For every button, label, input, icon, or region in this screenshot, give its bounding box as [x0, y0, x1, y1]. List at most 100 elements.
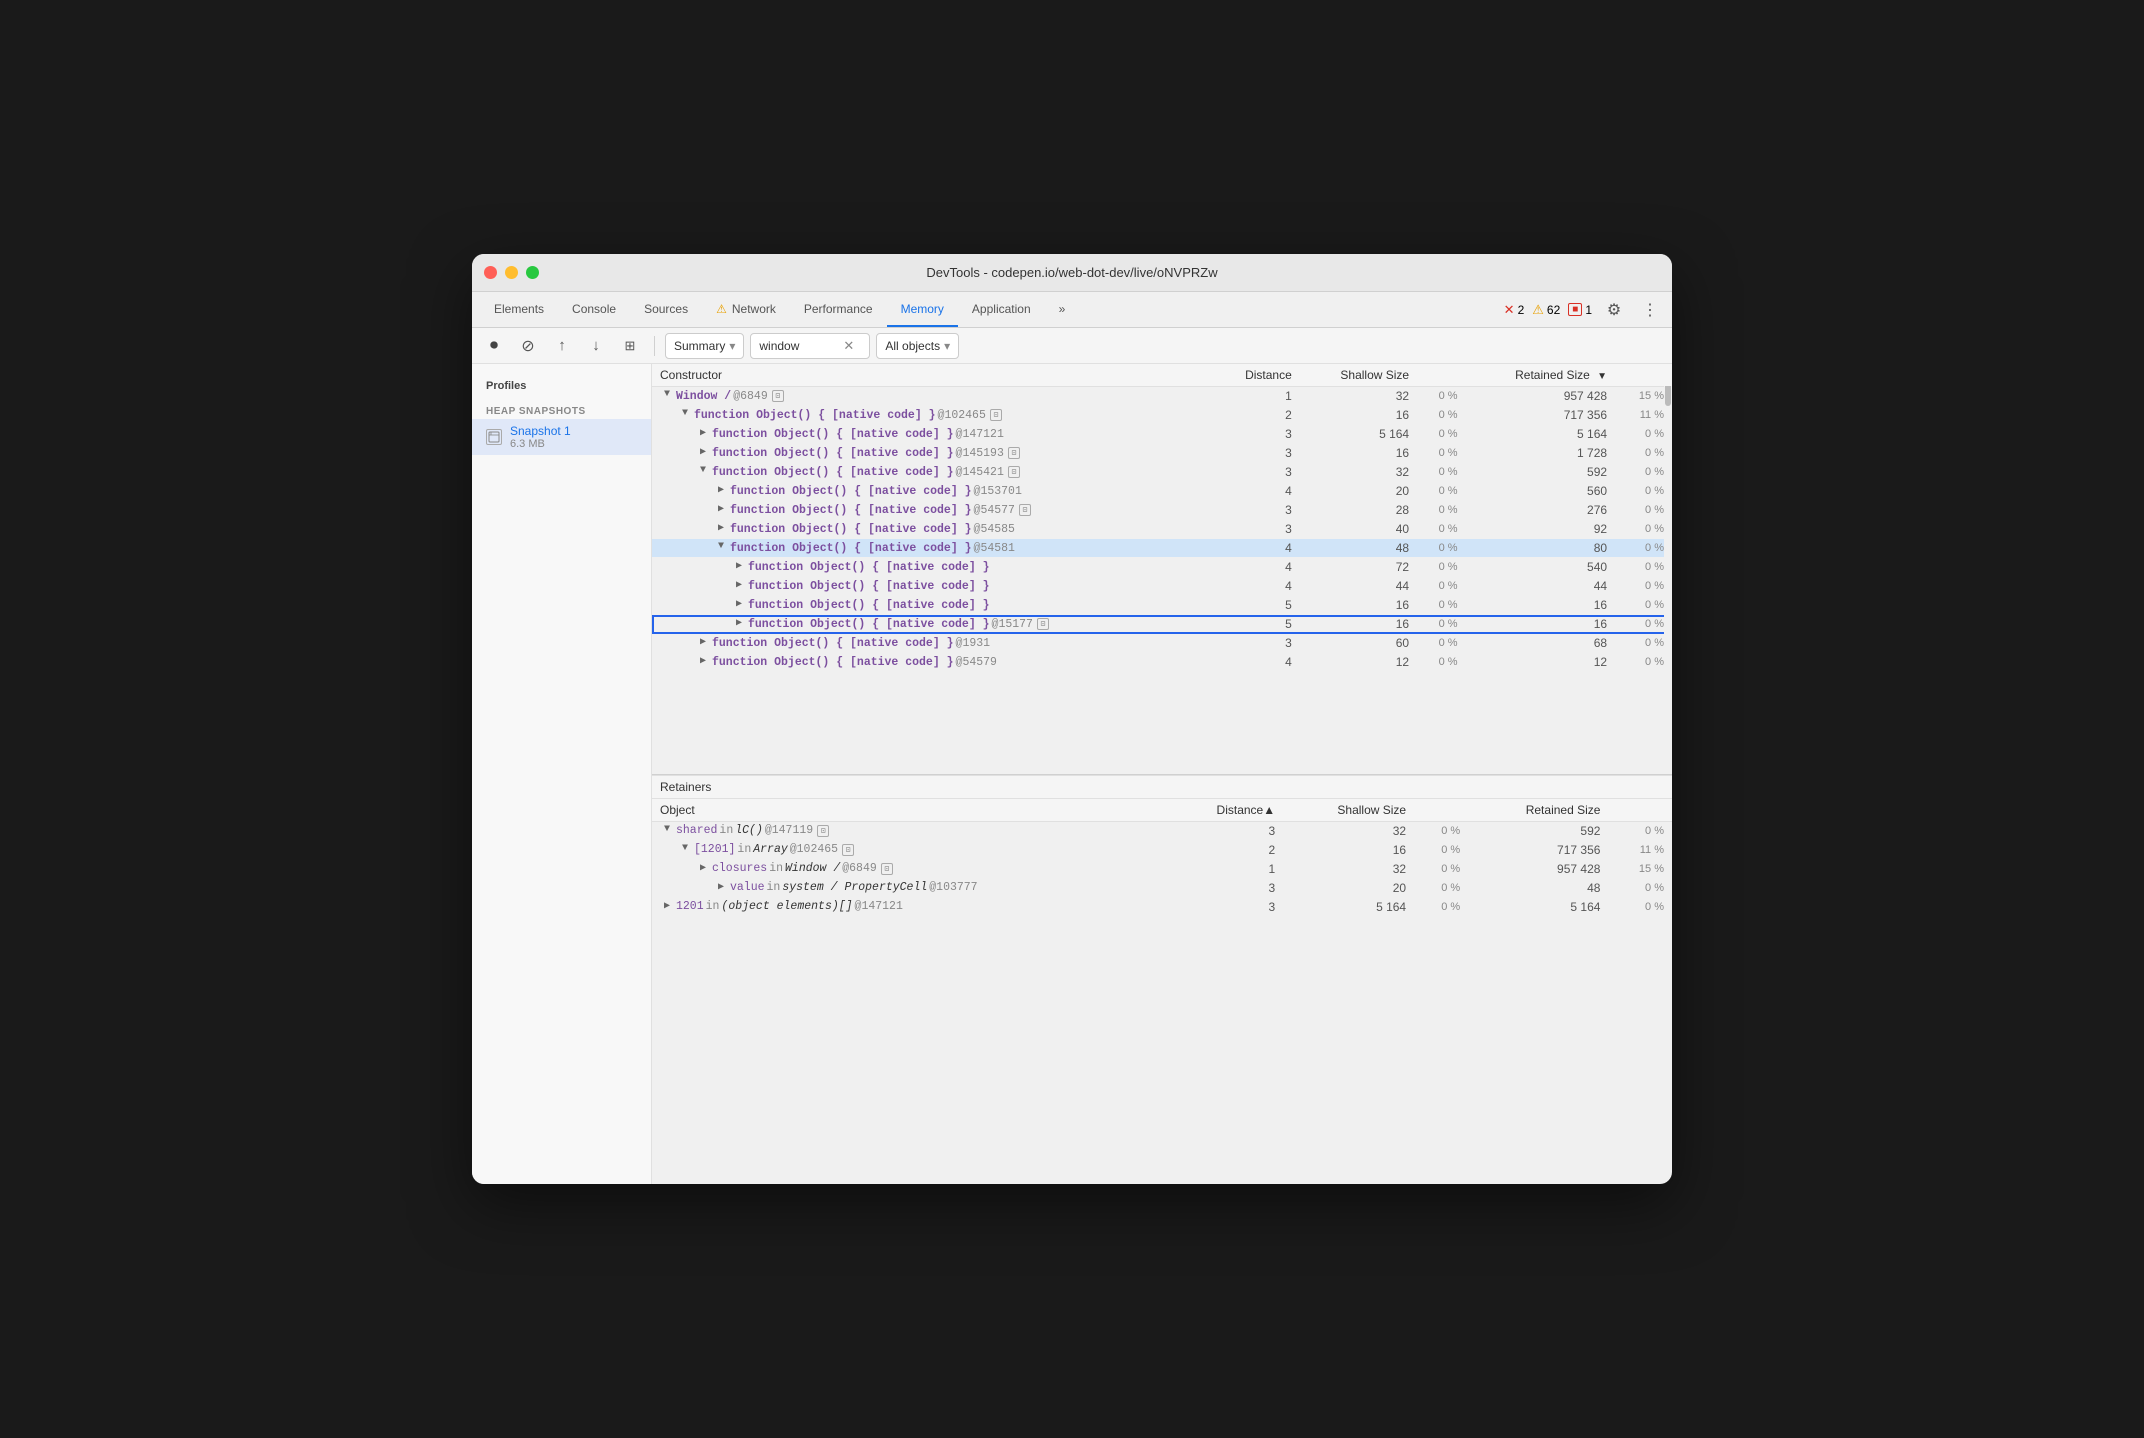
type: lC() — [735, 824, 763, 837]
download-button[interactable]: ↓ — [582, 332, 610, 360]
objects-dropdown[interactable]: All objects ▾ — [876, 333, 959, 359]
minimize-button[interactable] — [505, 266, 518, 279]
cell-constructor: ▶function Object() { [native code] } — [652, 577, 1213, 596]
tab-application[interactable]: Application — [958, 292, 1045, 327]
cell-retained-size: 592 — [1466, 463, 1616, 482]
maximize-button[interactable] — [526, 266, 539, 279]
close-button[interactable] — [484, 266, 497, 279]
tree-expand[interactable]: ▼ — [696, 465, 710, 479]
retainers-table-body: ▼shared in lC() @147119⊡ 3 32 0 % 592 0 … — [652, 821, 1672, 916]
tree-expand[interactable]: ▼ — [678, 408, 692, 422]
col-constructor: Constructor — [652, 364, 1213, 387]
tree-expand[interactable]: ▼ — [660, 824, 674, 838]
obj-id: @103777 — [929, 881, 977, 894]
tree-expand[interactable]: ▼ — [660, 389, 674, 403]
tree-expand[interactable]: ▶ — [714, 503, 728, 517]
link-icon: ⊡ — [1019, 504, 1031, 516]
filter-input[interactable] — [759, 339, 839, 353]
cell-shallow-size: 72 — [1300, 558, 1417, 577]
prop-name: 1201 — [676, 900, 704, 913]
tree-expand[interactable]: ▶ — [714, 484, 728, 498]
cell-object: ▶value in system / PropertyCell @103777 — [652, 878, 1168, 897]
tree-expand[interactable]: ▶ — [696, 427, 710, 441]
cell-distance: 4 — [1213, 577, 1300, 596]
obj-id: @145421 — [956, 466, 1004, 479]
prop-name: closures — [712, 862, 767, 875]
clear-button[interactable]: ⊘ — [514, 332, 542, 360]
tab-elements[interactable]: Elements — [480, 292, 558, 327]
cell-shallow-size: 32 — [1283, 859, 1414, 878]
log-count: ■ 1 — [1568, 303, 1592, 317]
tree-expand[interactable]: ▶ — [660, 900, 674, 914]
table-row: ▶function Object() { [native code] } @19… — [652, 634, 1672, 653]
grid-button[interactable]: ⊞ — [616, 332, 644, 360]
tab-memory[interactable]: Memory — [887, 292, 958, 327]
log-icon: ■ — [1568, 303, 1582, 316]
record-button[interactable]: ⏺ — [480, 332, 508, 360]
cell-retained-pct: 15 % — [1608, 859, 1672, 878]
retainer-row: ▼shared in lC() @147119⊡ 3 32 0 % 592 0 … — [652, 821, 1672, 840]
sort-arrow-icon: ▼ — [1597, 371, 1607, 382]
cell-constructor: ▶function Object() { [native code] } @19… — [652, 634, 1213, 653]
scrollbar-track[interactable] — [1664, 364, 1672, 774]
cell-constructor: ▼function Object() { [native code] } @10… — [652, 406, 1213, 425]
cell-shallow-size: 5 164 — [1283, 897, 1414, 916]
filter-clear-button[interactable]: ✕ — [843, 338, 854, 354]
tree-expand[interactable]: ▼ — [714, 541, 728, 555]
tab-more[interactable]: » — [1045, 292, 1080, 327]
table-header-row: Constructor Distance Shallow Size Retain… — [652, 364, 1672, 387]
view-dropdown[interactable]: Summary ▾ — [665, 333, 744, 359]
cell-shallow-size: 20 — [1300, 482, 1417, 501]
cell-retained-size: 540 — [1466, 558, 1616, 577]
retainers-table: Object Distance▲ Shallow Size Retained S… — [652, 799, 1672, 917]
cell-retained-size: 717 356 — [1466, 406, 1616, 425]
tree-expand[interactable]: ▶ — [732, 598, 746, 612]
window-title: DevTools - codepen.io/web-dot-dev/live/o… — [926, 265, 1217, 280]
constructor-name: function Object() { [native code] } — [712, 466, 954, 479]
tree-expand[interactable]: ▶ — [732, 579, 746, 593]
col-retainer-retained: Retained Size — [1468, 799, 1608, 822]
cell-retained-size: 12 — [1466, 653, 1616, 672]
tree-expand[interactable]: ▶ — [732, 560, 746, 574]
cell-shallow-pct: 0 % — [1414, 859, 1468, 878]
tree-expand[interactable]: ▶ — [696, 636, 710, 650]
tree-expand[interactable]: ▶ — [696, 446, 710, 460]
tab-sources[interactable]: Sources — [630, 292, 702, 327]
cell-retained-size: 80 — [1466, 539, 1616, 558]
obj-id: @54577 — [974, 504, 1015, 517]
type: Array — [753, 843, 788, 856]
cell-shallow-pct: 0 % — [1417, 520, 1465, 539]
tree-expand[interactable]: ▶ — [696, 655, 710, 669]
cell-shallow-pct: 0 % — [1417, 425, 1465, 444]
tree-expand[interactable]: ▶ — [714, 881, 728, 895]
obj-id: @147121 — [855, 900, 903, 913]
table-row: ▶function Object() { [native code] } 4 7… — [652, 558, 1672, 577]
tab-network[interactable]: ⚠ Network — [702, 292, 790, 327]
dropdown-arrow-icon: ▾ — [729, 339, 735, 353]
cell-distance: 5 — [1213, 615, 1300, 634]
table-row: ▶function Object() { [native code] } 5 1… — [652, 596, 1672, 615]
tab-performance[interactable]: Performance — [790, 292, 887, 327]
cell-constructor: ▶function Object() { [native code] } @54… — [652, 520, 1213, 539]
sidebar-item-snapshot1[interactable]: Snapshot 1 6.3 MB — [472, 419, 651, 455]
cell-shallow-size: 44 — [1300, 577, 1417, 596]
cell-shallow-pct: 0 % — [1417, 558, 1465, 577]
table-row: ▶function Object() { [native code] } 4 4… — [652, 577, 1672, 596]
col-object: Object — [652, 799, 1168, 822]
tree-expand[interactable]: ▶ — [714, 522, 728, 536]
cell-retained-pct: 0 % — [1608, 821, 1672, 840]
heap-table-container[interactable]: Constructor Distance Shallow Size Retain… — [652, 364, 1672, 774]
tab-console[interactable]: Console — [558, 292, 630, 327]
link-icon: ⊡ — [842, 844, 854, 856]
table-row: ▶function Object() { [native code] } @54… — [652, 653, 1672, 672]
constructor-name: function Object() { [native code] } — [748, 580, 990, 593]
tree-expand[interactable]: ▶ — [696, 862, 710, 876]
link-icon: ⊡ — [817, 825, 829, 837]
tree-expand[interactable]: ▼ — [678, 843, 692, 857]
cell-shallow-pct: 0 % — [1417, 653, 1465, 672]
tree-expand[interactable]: ▶ — [732, 617, 746, 631]
more-options-button[interactable]: ⋮ — [1636, 296, 1664, 324]
upload-button[interactable]: ↑ — [548, 332, 576, 360]
cell-distance: 2 — [1168, 840, 1283, 859]
settings-button[interactable]: ⚙ — [1600, 296, 1628, 324]
